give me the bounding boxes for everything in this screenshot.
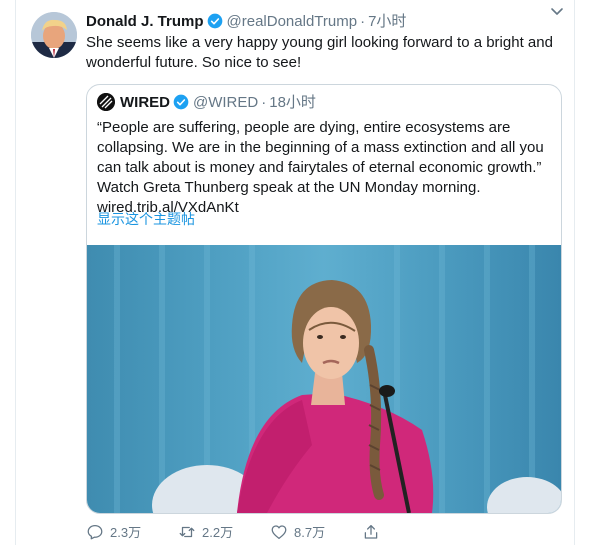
reply-count: 2.3万 [110,525,142,540]
tweet-header: Donald J. Trump @realDonaldTrump · 7小时 [86,12,561,32]
video-thumbnail[interactable] [87,245,561,513]
author-avatar[interactable] [31,12,77,58]
show-thread-link[interactable]: 显示这个主题帖 [97,210,195,228]
verified-badge-icon [207,13,223,35]
retweet-count: 2.2万 [202,525,234,540]
quoted-tweet[interactable]: WIRED @WIRED · 18小时 “People are suffering, … [86,84,562,514]
reply-button[interactable]: 2.3万 [86,522,141,544]
tweet-actions: 2.3万 2.2万 8.7万 [86,522,556,544]
like-button[interactable]: 8.7万 [270,522,325,544]
quoted-text: “People are suffering, people are dying,… [97,118,555,218]
like-count: 8.7万 [294,525,326,540]
author-name[interactable]: Donald J. Trump [86,13,204,30]
quoted-time[interactable]: 18小时 [269,94,316,111]
verified-badge-icon [173,94,189,116]
separator-dot: · [261,94,267,111]
share-icon [362,524,386,540]
like-icon [270,525,294,540]
quoted-text-line: Watch Greta Thunberg speak at the UN Mon… [97,179,481,196]
tweet-time[interactable]: 7小时 [368,13,406,30]
retweet-icon [178,525,202,540]
tweet-text: She seems like a very happy young girl l… [86,34,553,71]
quoted-text-line: “People are suffering, people are dying,… [97,119,511,136]
tweet[interactable]: Donald J. Trump @realDonaldTrump · 7小时 She … [15,0,575,545]
reply-icon [86,524,110,540]
quoted-author-name[interactable]: WIRED [120,94,170,111]
chevron-down-icon[interactable] [548,2,566,20]
share-button[interactable] [362,522,386,544]
quoted-text-line: can talk about is money and fairytales o… [97,159,542,176]
quoted-text-line: collapsing. We are in the beginning of a… [97,139,544,156]
quoted-header: WIRED @WIRED · 18小时 [97,93,316,113]
quoted-author-handle[interactable]: @WIRED [193,94,258,111]
wired-avatar[interactable] [97,93,115,111]
retweet-button[interactable]: 2.2万 [178,522,233,544]
author-handle[interactable]: @realDonaldTrump [227,13,358,30]
separator-dot: · [360,13,366,30]
